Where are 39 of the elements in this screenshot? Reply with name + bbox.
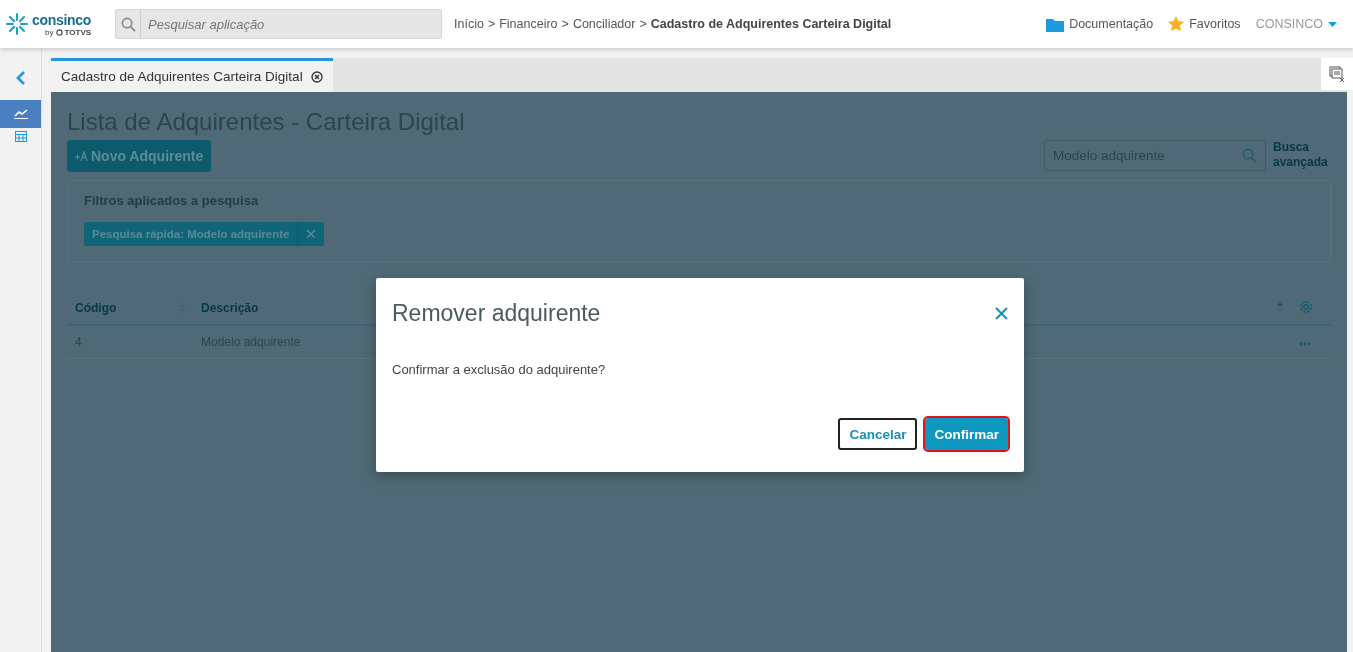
breadcrumb-link[interactable]: Cadastro de Adquirentes Carteira Digital: [650, 17, 892, 31]
brand-text: TOTVS: [64, 27, 92, 37]
sidebar-item[interactable]: [0, 100, 41, 128]
dialog-message: Confirmar a exclusão do adquirente?: [392, 362, 607, 377]
column-header[interactable]: Descrição: [201, 301, 259, 315]
user-menu[interactable]: CONSINCO: [1255, 17, 1323, 31]
search-box[interactable]: Pesquisar aplicação: [115, 9, 442, 39]
breadcrumb-separator: >: [561, 17, 569, 31]
breadcrumb-separator: >: [639, 17, 647, 31]
new-button[interactable]: Novo Adquirente: [67, 140, 212, 172]
close-tabs-icon[interactable]: [1329, 66, 1345, 82]
breadcrumb-separator: >: [487, 17, 496, 31]
header-link[interactable]: Documentação: [1069, 17, 1154, 31]
cancel-button[interactable]: Cancelar: [838, 418, 918, 450]
breadcrumb-link[interactable]: Financeiro: [499, 17, 558, 31]
close-icon[interactable]: [310, 70, 323, 83]
logo-text: consinco: [32, 11, 92, 28]
chart-icon: [13, 109, 28, 119]
filter-chip: Pesquisa rápida: Modelo adquirente: [84, 222, 325, 246]
search-icon: [120, 16, 136, 32]
add-user-icon: [75, 151, 89, 161]
folder-icon: [1046, 16, 1065, 32]
advanced-search-link[interactable]: Busca avançada: [1273, 140, 1331, 170]
brand-icon: [55, 28, 63, 36]
search-field[interactable]: Pesquisar aplicação: [141, 15, 441, 33]
star-icon: [1168, 16, 1185, 32]
header-link[interactable]: Favoritos: [1189, 17, 1241, 31]
search-icon: [1242, 148, 1257, 163]
caret-icon: [1328, 21, 1337, 27]
confirm-button[interactable]: Confirmar: [925, 418, 1008, 450]
breadcrumb-link[interactable]: Início: [454, 17, 484, 31]
tab[interactable]: Cadastro de Adquirentes Carteira Digital: [51, 58, 333, 92]
column-header[interactable]: Código: [75, 301, 117, 315]
table-icon: [14, 130, 27, 142]
breadcrumb-link[interactable]: Conciliador: [572, 17, 636, 31]
collapse-icon[interactable]: [15, 71, 26, 85]
dialog-title: Remover adquirente: [392, 300, 601, 327]
logo-icon: [6, 13, 28, 35]
logo-byline: by: [45, 27, 54, 37]
